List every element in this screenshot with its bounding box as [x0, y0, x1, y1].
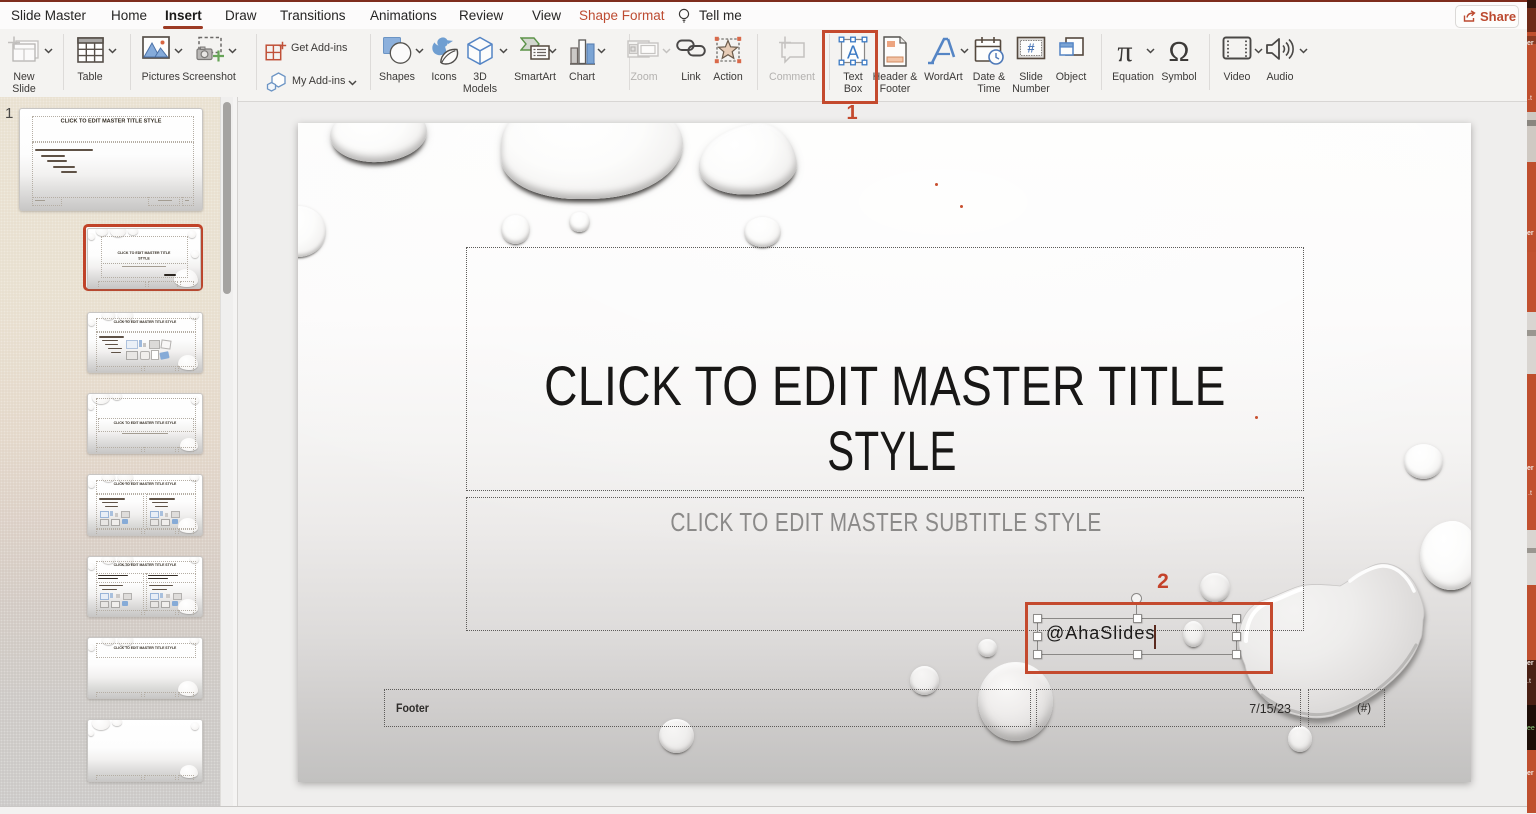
svg-text:Ω: Ω [1169, 36, 1190, 66]
svg-text:π: π [1117, 36, 1132, 66]
